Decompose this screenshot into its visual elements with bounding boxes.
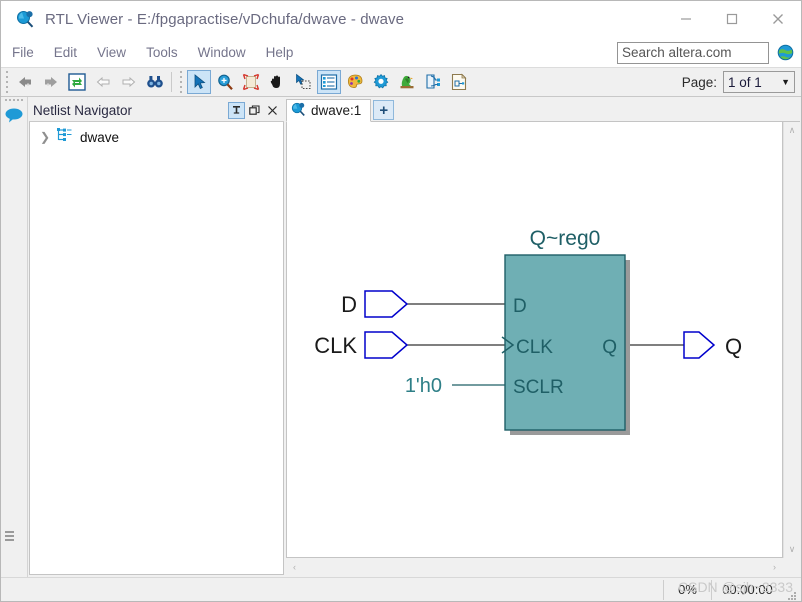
color-settings-button[interactable] <box>343 70 367 94</box>
tab-dwave-1[interactable]: dwave:1 <box>286 99 372 122</box>
tab-label: dwave:1 <box>311 103 362 118</box>
page-value: 1 of 1 <box>728 74 762 90</box>
schematic-canvas[interactable]: Q~reg0 D CLK SCLR Q 1'h0 D CLK Q <box>286 122 783 558</box>
export-button[interactable] <box>447 70 471 94</box>
scroll-corner <box>783 558 800 575</box>
add-tab-button[interactable]: + <box>373 100 395 120</box>
rtl-viewer-window: RTL Viewer - E:/fpgapractise/vDchufa/dwa… <box>0 0 802 602</box>
dock-grip[interactable] <box>5 99 23 101</box>
resize-grip[interactable] <box>785 583 799 600</box>
menu-help[interactable]: Help <box>257 42 303 63</box>
input-pin-d[interactable] <box>364 290 409 318</box>
menu-tools[interactable]: Tools <box>137 42 187 63</box>
window-controls <box>663 1 801 38</box>
message-bubble-icon[interactable] <box>3 105 25 125</box>
hierarchy-node-icon <box>56 127 73 147</box>
window-title: RTL Viewer - E:/fpgapractise/vDchufa/dwa… <box>45 10 405 28</box>
input-pin-d-label: D <box>341 292 357 317</box>
options-button[interactable] <box>369 70 393 94</box>
menu-edit[interactable]: Edit <box>45 42 86 63</box>
panel-buttons <box>228 101 284 119</box>
schematic-drawing: Q~reg0 D CLK SCLR Q 1'h0 D CLK Q <box>314 227 742 435</box>
menu-bar: File Edit View Tools Window Help <box>1 38 801 67</box>
find-button[interactable] <box>143 70 167 94</box>
progress-percent: 0% <box>663 579 711 600</box>
maximize-button[interactable] <box>709 1 755 38</box>
globe-icon[interactable] <box>774 42 796 64</box>
select-tool-button[interactable] <box>187 70 211 94</box>
page-selector: Page: 1 of 1 ▼ <box>682 71 795 93</box>
main-area: Netlist Navigator ❯ dwave dwave:1 + Q~re… <box>1 97 801 577</box>
toolbar-grip-1[interactable] <box>3 71 10 93</box>
input-pin-clk-label: CLK <box>314 333 357 358</box>
constant-label-sclr: 1'h0 <box>405 375 442 397</box>
scroll-up-button[interactable]: ∧ <box>784 122 800 139</box>
netlist-navigator-button[interactable] <box>317 70 341 94</box>
search-area <box>617 41 796 64</box>
block-port-clk-label: CLK <box>516 337 553 358</box>
status-bar: 0% 00:00:00 CSDN @sjh~2333 <box>1 577 801 601</box>
tab-strip: dwave:1 + <box>286 99 800 122</box>
tree-item-label: dwave <box>80 129 120 145</box>
block-port-sclr-label: SCLR <box>513 377 564 398</box>
filter-selection-button[interactable] <box>421 70 445 94</box>
netlist-tree[interactable]: ❯ dwave <box>29 122 284 575</box>
block-port-q-label: Q <box>602 337 617 358</box>
close-panel-button[interactable] <box>264 102 281 119</box>
left-dock-strip <box>1 97 28 577</box>
output-pin-q-label: Q <box>725 334 742 359</box>
input-pin-clk[interactable] <box>364 331 409 359</box>
forward-button[interactable] <box>39 70 63 94</box>
next-page-button[interactable] <box>117 70 141 94</box>
rubber-band-select-button[interactable] <box>291 70 315 94</box>
vertical-scroll-track[interactable] <box>784 139 800 541</box>
back-button[interactable] <box>13 70 37 94</box>
elapsed-time: 00:00:00 <box>711 579 783 600</box>
horizontal-scrollbar[interactable]: ‹ › <box>286 558 783 575</box>
page-label: Page: <box>681 74 717 90</box>
menu-file[interactable]: File <box>3 42 43 63</box>
chevron-right-icon[interactable]: ❯ <box>38 130 52 144</box>
pin-panel-button[interactable] <box>228 101 245 119</box>
title-bar: RTL Viewer - E:/fpgapractise/vDchufa/dwa… <box>1 1 801 38</box>
toolbar-grip-2[interactable] <box>177 71 184 93</box>
search-input[interactable] <box>617 41 769 64</box>
dock-overflow-handle[interactable] <box>5 531 14 541</box>
panel-title-bar: Netlist Navigator <box>29 99 284 122</box>
block-port-d-label: D <box>513 296 527 317</box>
page-combobox[interactable]: 1 of 1 ▼ <box>723 71 795 93</box>
netlist-navigator-panel: Netlist Navigator ❯ dwave <box>28 97 286 577</box>
horizontal-scroll-row: ‹ › <box>286 558 800 575</box>
panel-title: Netlist Navigator <box>33 102 133 118</box>
menu-view[interactable]: View <box>88 42 135 63</box>
output-pin-q[interactable] <box>683 331 716 359</box>
bird-view-button[interactable] <box>395 70 419 94</box>
close-button[interactable] <box>755 1 801 38</box>
previous-page-button[interactable] <box>91 70 115 94</box>
minimize-button[interactable] <box>663 1 709 38</box>
toolbar-separator <box>171 72 172 92</box>
pan-tool-button[interactable] <box>265 70 289 94</box>
scroll-right-button[interactable]: › <box>766 558 783 575</box>
fit-in-window-button[interactable] <box>239 70 263 94</box>
scroll-down-button[interactable]: ∨ <box>784 541 800 558</box>
toolbar: Page: 1 of 1 ▼ <box>1 67 801 97</box>
work-area: dwave:1 + Q~reg0 D CLK SCLR Q 1'h0 D CLK… <box>286 97 801 577</box>
canvas-wrap: Q~reg0 D CLK SCLR Q 1'h0 D CLK Q ∧ ∨ <box>286 122 800 558</box>
tab-icon <box>291 102 306 120</box>
zoom-tool-button[interactable] <box>213 70 237 94</box>
menu-window[interactable]: Window <box>189 42 255 63</box>
vertical-scrollbar[interactable]: ∧ ∨ <box>783 122 800 558</box>
scroll-left-button[interactable]: ‹ <box>286 558 303 575</box>
tree-item-dwave[interactable]: ❯ dwave <box>30 126 283 148</box>
register-block-title: Q~reg0 <box>530 227 601 250</box>
float-panel-button[interactable] <box>246 102 263 119</box>
app-icon <box>10 1 40 38</box>
chevron-down-icon: ▼ <box>781 77 790 87</box>
refresh-button[interactable] <box>65 70 89 94</box>
